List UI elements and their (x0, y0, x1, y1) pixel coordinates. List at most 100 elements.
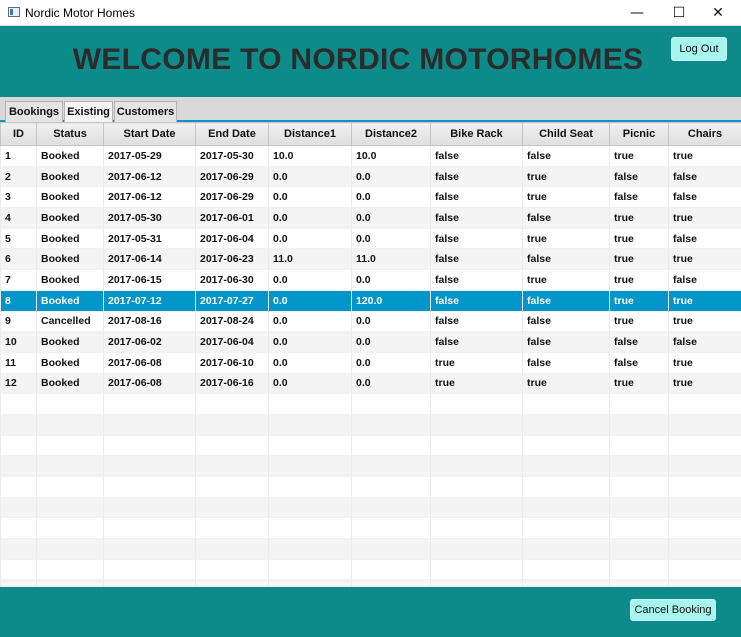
empty-table-row (0, 435, 741, 457)
table-row[interactable]: 11 Booked 2017-06-08 2017-06-10 0.0 0.0 true fa… (0, 352, 741, 374)
empty-cell (195, 414, 269, 436)
empty-cell (430, 455, 523, 477)
table-cell: 2017-08-16 (103, 311, 196, 333)
column-header-start-date[interactable]: Start Date (103, 122, 196, 146)
empty-cell (668, 579, 741, 587)
table-cell: Booked (36, 207, 104, 229)
column-header-distance2[interactable]: Distance2 (351, 122, 431, 146)
empty-cell (195, 579, 269, 587)
empty-cell (430, 579, 523, 587)
close-icon[interactable]: ✕ (699, 0, 737, 26)
empty-cell (268, 497, 352, 519)
empty-cell (609, 579, 669, 587)
table-cell: true (668, 248, 741, 271)
table-cell: false (609, 166, 669, 188)
table-cell: false (430, 248, 523, 271)
empty-cell (103, 455, 196, 477)
empty-table-row (0, 455, 741, 477)
column-header-end-date[interactable]: End Date (195, 122, 269, 146)
empty-cell (195, 435, 269, 457)
column-header-chairs[interactable]: Chairs (668, 122, 741, 146)
table-cell: true (609, 145, 669, 167)
tab-bookings[interactable]: Bookings (5, 101, 63, 122)
column-header-child-seat[interactable]: Child Seat (522, 122, 610, 146)
table-cell: true (522, 186, 610, 209)
table-row[interactable]: 10 Booked 2017-06-02 2017-06-04 0.0 0.0 false f… (0, 331, 741, 353)
table-cell: 2 (0, 166, 37, 188)
logout-button[interactable]: Log Out (671, 37, 727, 61)
maximize-icon[interactable]: ☐ (660, 0, 698, 26)
column-header-status[interactable]: Status (36, 122, 104, 146)
table-cell: 10 (0, 331, 37, 353)
table-cell: true (668, 145, 741, 167)
table-row[interactable]: 12 Booked 2017-06-08 2017-06-16 0.0 0.0 true tr… (0, 373, 741, 395)
table-cell: false (668, 186, 741, 209)
table-row[interactable]: 6 Booked 2017-06-14 2017-06-23 11.0 11.0 false… (0, 248, 741, 271)
table-row[interactable]: 4 Booked 2017-05-30 2017-06-01 0.0 0.0 false fa… (0, 207, 741, 229)
table-cell: 2017-06-04 (195, 331, 269, 353)
table-cell: 0.0 (351, 373, 431, 395)
table-cell: 0.0 (268, 228, 352, 250)
table-row[interactable]: 8 Booked 2017-07-12 2017-07-27 0.0 120.0 false… (0, 290, 741, 312)
table-cell: 11.0 (268, 248, 352, 271)
table-row[interactable]: 2 Booked 2017-06-12 2017-06-29 0.0 0.0 false tr… (0, 166, 741, 188)
table-row[interactable]: 1 Booked 2017-05-29 2017-05-30 10.0 10.0 false… (0, 145, 741, 167)
empty-cell (430, 476, 523, 498)
table-row[interactable]: 5 Booked 2017-05-31 2017-06-04 0.0 0.0 false tr… (0, 228, 741, 250)
empty-cell (0, 538, 37, 560)
table-cell: 5 (0, 228, 37, 250)
empty-cell (430, 393, 523, 415)
column-header-picnic[interactable]: Picnic (609, 122, 669, 146)
table-cell: 11.0 (351, 248, 431, 271)
table-cell: 2017-06-12 (103, 166, 196, 188)
table-row[interactable]: 3 Booked 2017-06-12 2017-06-29 0.0 0.0 false tr… (0, 186, 741, 209)
empty-cell (0, 497, 37, 519)
table-cell: false (430, 290, 523, 312)
empty-cell (351, 538, 431, 560)
empty-cell (36, 414, 104, 436)
table-cell: 10.0 (351, 145, 431, 167)
table-cell: 12 (0, 373, 37, 395)
minimize-icon[interactable]: — (618, 0, 656, 26)
empty-cell (268, 517, 352, 540)
column-header-distance1[interactable]: Distance1 (268, 122, 352, 146)
table-cell: 1 (0, 145, 37, 167)
empty-cell (268, 476, 352, 498)
table-row[interactable]: 9 Cancelled 2017-08-16 2017-08-24 0.0 0.0 fals… (0, 311, 741, 333)
empty-cell (430, 414, 523, 436)
column-header-id[interactable]: ID (0, 122, 37, 146)
empty-cell (36, 435, 104, 457)
table-cell: true (522, 228, 610, 250)
footer-bar: Cancel Booking (0, 587, 741, 637)
empty-cell (522, 435, 610, 457)
tab-customers[interactable]: Customers (114, 101, 177, 122)
table-row[interactable]: 7 Booked 2017-06-15 2017-06-30 0.0 0.0 false tr… (0, 269, 741, 291)
table-cell: false (522, 290, 610, 312)
empty-cell (268, 559, 352, 581)
table-cell: true (609, 269, 669, 291)
empty-cell (103, 393, 196, 415)
column-header-bike-rack[interactable]: Bike Rack (430, 122, 523, 146)
cancel-booking-button[interactable]: Cancel Booking (630, 599, 716, 621)
empty-table-row (0, 559, 741, 581)
table-cell: 2017-06-08 (103, 352, 196, 374)
table-cell: Booked (36, 269, 104, 291)
table-cell: true (668, 207, 741, 229)
table-cell: 2017-06-01 (195, 207, 269, 229)
table-cell: true (668, 352, 741, 374)
bookings-table[interactable]: ID Status Start Date End Date Distance1 … (0, 122, 741, 587)
table-cell: true (609, 228, 669, 250)
empty-cell (668, 455, 741, 477)
empty-cell (103, 517, 196, 540)
table-cell: false (430, 166, 523, 188)
empty-cell (668, 538, 741, 560)
empty-cell (351, 579, 431, 587)
empty-cell (103, 497, 196, 519)
empty-cell (0, 559, 37, 581)
empty-cell (268, 538, 352, 560)
table-cell: 2017-06-02 (103, 331, 196, 353)
empty-cell (609, 517, 669, 540)
table-cell: 0.0 (268, 290, 352, 312)
table-cell: 2017-05-29 (103, 145, 196, 167)
tab-existing[interactable]: Existing (64, 101, 113, 122)
